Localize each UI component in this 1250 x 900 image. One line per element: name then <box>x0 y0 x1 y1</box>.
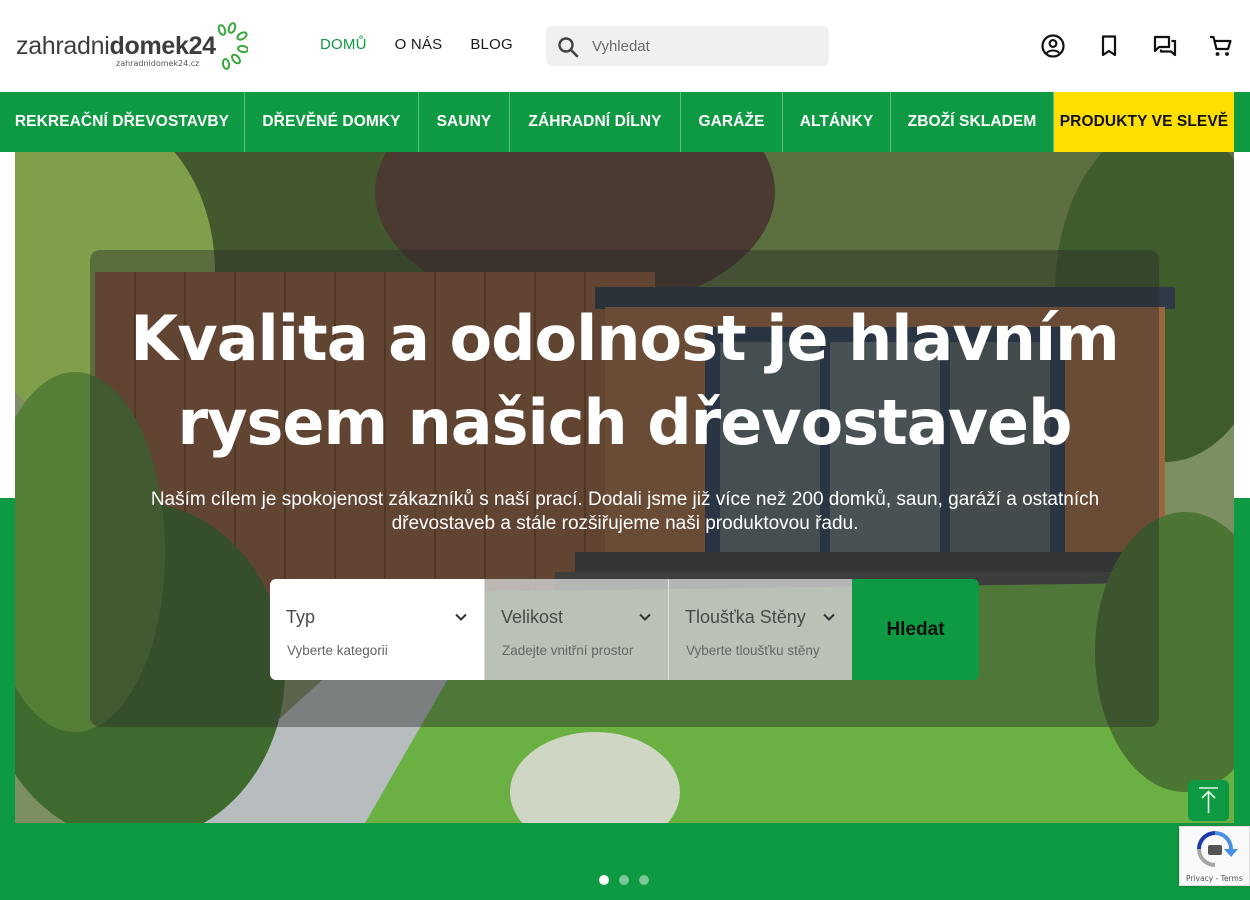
chevron-down-icon <box>823 613 835 621</box>
carousel-pagination <box>599 875 649 885</box>
site-header: zahradnidomek24 zahradnidomek24.cz DOMŮ … <box>0 0 1250 92</box>
product-filter: Typ Vyberte kategorii Velikost Zadejte v… <box>270 579 979 680</box>
search-input[interactable] <box>592 26 822 66</box>
nav-blog[interactable]: BLOG <box>470 36 512 53</box>
leaf-icon <box>217 22 248 70</box>
category-saunas[interactable]: SAUNY <box>419 92 510 152</box>
category-sale[interactable]: PRODUKTY VE SLEVĚ <box>1054 92 1234 152</box>
recaptcha-icon <box>1197 831 1238 867</box>
arrow-up-icon <box>1199 787 1218 813</box>
filter-wall-thickness-title: Tloušťka Stěny <box>685 607 806 627</box>
category-in-stock[interactable]: ZBOŽÍ SKLADEM <box>891 92 1054 152</box>
chevron-down-icon <box>455 613 467 621</box>
search-box <box>546 26 829 66</box>
recaptcha-badge[interactable]: Privacy - Terms <box>1179 826 1250 886</box>
scroll-to-top-button[interactable] <box>1188 780 1229 821</box>
category-garages[interactable]: GARÁŽE <box>681 92 783 152</box>
nav-about[interactable]: O NÁS <box>395 36 443 53</box>
recaptcha-privacy-link[interactable]: Privacy <box>1186 874 1213 883</box>
filter-type-hint: Vyberte kategorii <box>287 643 388 658</box>
hero-subtitle: Naším cílem je spokojenost zákazníků s n… <box>130 488 1120 536</box>
search-icon[interactable] <box>556 35 580 59</box>
filter-size-title: Velikost <box>501 607 564 627</box>
cart-icon[interactable] <box>1208 33 1234 59</box>
category-garden-workshops[interactable]: ZÁHRADNÍ DÍLNY <box>510 92 681 152</box>
recaptcha-terms-link[interactable]: Terms <box>1221 874 1243 883</box>
account-icon[interactable] <box>1040 33 1066 59</box>
filter-type-dropdown[interactable]: Typ Vyberte kategorii <box>270 579 484 680</box>
carousel-dot-2[interactable] <box>619 875 629 885</box>
category-recreational-buildings[interactable]: REKREAČNÍ DŘEVOSTAVBY <box>0 92 245 152</box>
filter-wall-thickness-dropdown[interactable]: Tloušťka Stěny Vyberte tloušťku stěny <box>668 579 852 680</box>
filter-size-dropdown[interactable]: Velikost Zadejte vnitřní prostor <box>484 579 668 680</box>
carousel-dot-1[interactable] <box>599 875 609 885</box>
site-logo[interactable]: zahradnidomek24 zahradnidomek24.cz <box>16 22 248 72</box>
recaptcha-links: Privacy - Terms <box>1186 874 1243 883</box>
bookmark-icon[interactable] <box>1096 33 1122 59</box>
search-button[interactable]: Hledat <box>852 579 979 680</box>
hero-title-line2: rysem našich dřevostaveb <box>177 386 1073 459</box>
carousel-dot-3[interactable] <box>639 875 649 885</box>
hero-title: Kvalita a odolnost je hlavním rysem naši… <box>15 297 1234 465</box>
filter-wall-thickness-hint: Vyberte tloušťku stěny <box>686 643 820 658</box>
logo-domain: zahradnidomek24.cz <box>116 59 200 68</box>
category-bar: REKREAČNÍ DŘEVOSTAVBY DŘEVĚNÉ DOMKY SAUN… <box>0 92 1250 152</box>
filter-size-hint: Zadejte vnitřní prostor <box>502 643 634 658</box>
nav-home[interactable]: DOMŮ <box>320 36 367 53</box>
logo-wordmark: zahradnidomek24 <box>16 32 216 60</box>
hero-subtitle-line2: dřevostaveb a stále rozšiřujeme naši pro… <box>391 513 859 534</box>
chevron-down-icon <box>639 613 651 621</box>
hero-title-line1: Kvalita a odolnost je hlavním <box>130 302 1119 375</box>
category-wooden-houses[interactable]: DŘEVĚNÉ DOMKY <box>245 92 419 152</box>
recaptcha-separator: - <box>1213 874 1221 883</box>
filter-type-title: Typ <box>286 607 316 627</box>
top-navigation: DOMŮ O NÁS BLOG <box>320 36 541 53</box>
hero-subtitle-line1: Naším cílem je spokojenost zákazníků s n… <box>150 489 1100 510</box>
category-gazebos[interactable]: ALTÁNKY <box>783 92 891 152</box>
chat-icon[interactable] <box>1152 33 1178 59</box>
